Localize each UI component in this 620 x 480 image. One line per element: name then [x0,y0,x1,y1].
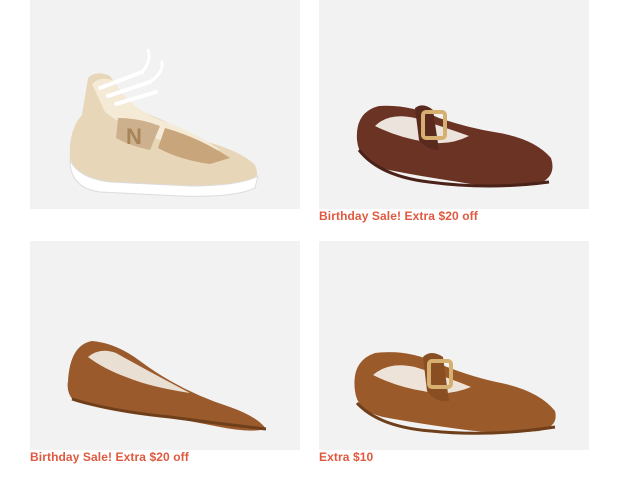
svg-text:N: N [126,124,142,149]
product-image-sneaker[interactable]: N [30,0,300,209]
promo-label[interactable]: Birthday Sale! Extra $20 off [319,209,478,223]
promo-label[interactable]: Extra $10 [319,450,373,464]
sneaker-illustration: N [69,48,259,197]
product-image-brown-mary-jane[interactable] [319,0,589,209]
product-image-cognac-mary-jane[interactable] [319,241,589,450]
product-image-pointed-flat[interactable] [30,241,300,450]
promo-label[interactable]: Birthday Sale! Extra $20 off [30,450,189,464]
mary-jane-flat-illustration [356,105,553,188]
pointed-flat-illustration [67,341,267,431]
mary-jane-flat-illustration [354,352,556,435]
